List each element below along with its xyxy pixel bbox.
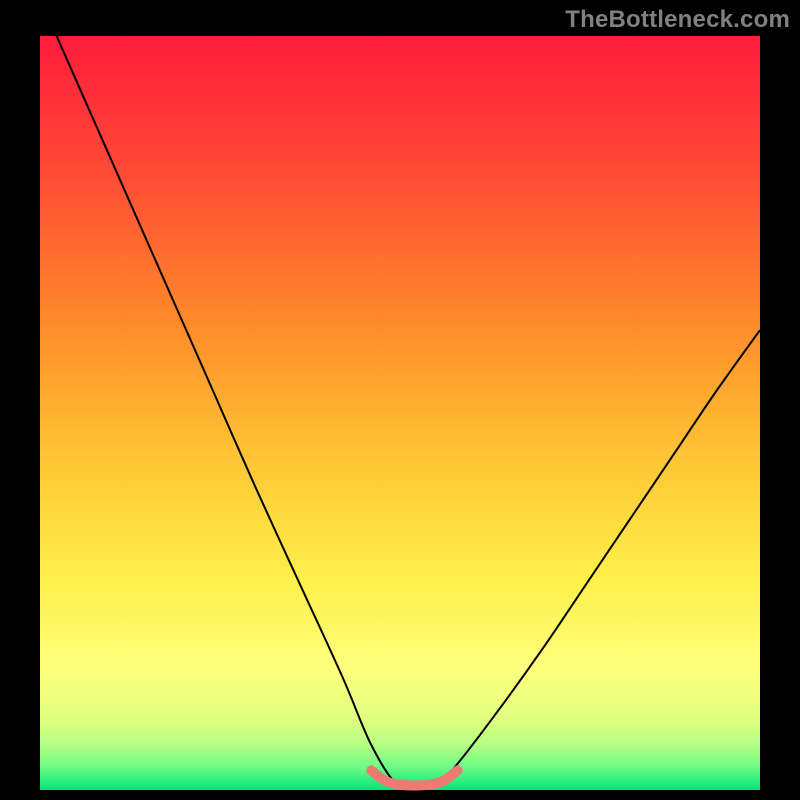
chart-svg xyxy=(0,0,800,800)
plot-area xyxy=(40,36,760,790)
watermark-text: TheBottleneck.com xyxy=(565,6,790,34)
chart-container: TheBottleneck.com xyxy=(0,0,800,800)
